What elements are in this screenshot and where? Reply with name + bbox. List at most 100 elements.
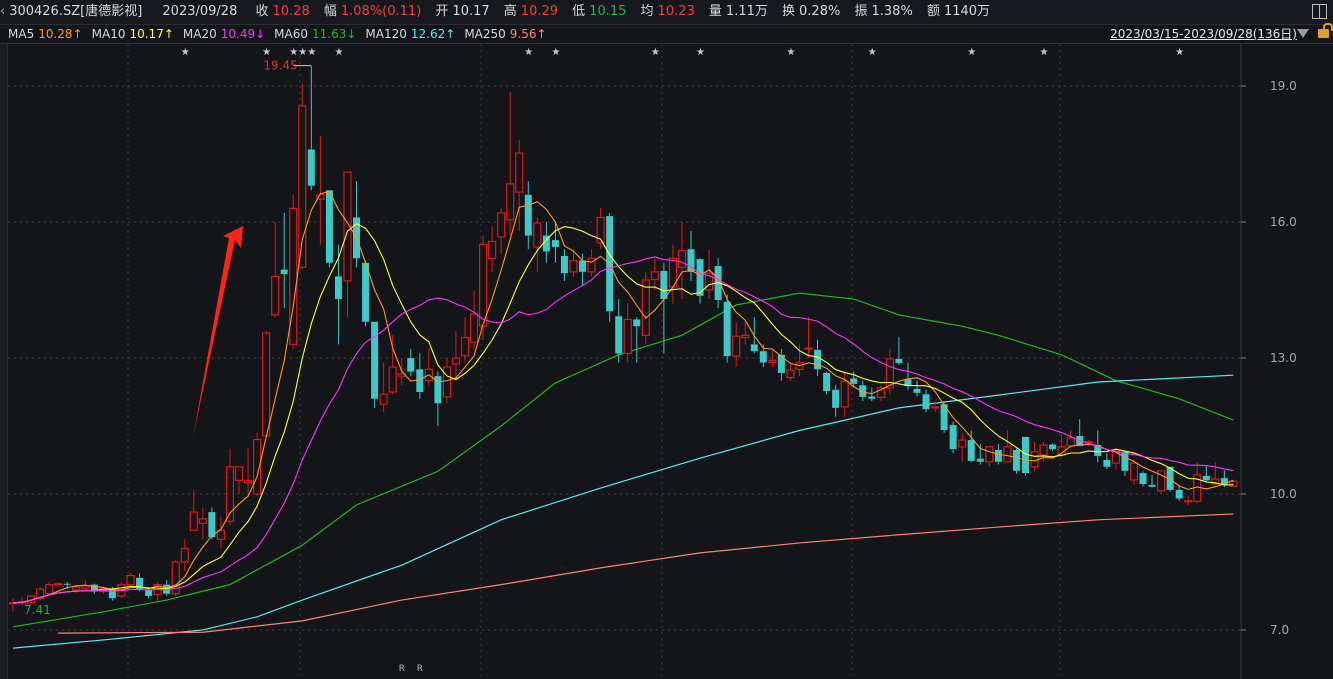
candle-down [723, 301, 731, 357]
candle-down [976, 458, 984, 462]
ma-line-ma20 [12, 256, 1234, 604]
candle-up [81, 585, 90, 589]
event-star-icon: ★ [181, 47, 190, 58]
candle-down [814, 349, 822, 370]
candle-up [1003, 446, 1012, 463]
candle-up [741, 334, 750, 339]
candle-up [569, 259, 578, 273]
candle-down [1121, 451, 1129, 471]
candle-up [126, 574, 135, 586]
candle-down [922, 394, 930, 410]
candle-down [1103, 459, 1111, 467]
candle-down [1012, 449, 1020, 471]
y-tick-label: 7.0 [1270, 623, 1289, 637]
candle-down [750, 344, 758, 352]
candle-up [262, 332, 271, 437]
candle-up [54, 583, 63, 586]
candle-up [1066, 437, 1075, 447]
candle-down [949, 425, 957, 450]
y-tick-label: 10.0 [1270, 487, 1297, 501]
candle-up [198, 518, 207, 525]
event-star-icon: ★ [1040, 47, 1049, 58]
candle-up [442, 366, 452, 398]
candle-up [768, 359, 777, 364]
candle-up [478, 244, 488, 327]
candle-down [524, 194, 532, 236]
max-price-label: 19.45 [263, 59, 297, 73]
candle-up [388, 366, 397, 393]
candle-up [1129, 462, 1139, 481]
candle-down [777, 354, 785, 373]
candle-down [1049, 444, 1057, 450]
event-star-icon: ★ [551, 47, 560, 58]
candle-up [958, 439, 967, 448]
candle-up [804, 347, 813, 350]
candle-down [850, 378, 858, 384]
candle-down [759, 351, 767, 363]
y-tick-label: 16.0 [1270, 215, 1297, 229]
y-tick-label: 19.0 [1270, 79, 1297, 93]
ma-line-ma60 [12, 292, 1234, 628]
r-marker: R [417, 664, 423, 674]
candle-down [407, 357, 415, 372]
candle-up [180, 547, 189, 563]
candle-down [1202, 475, 1210, 481]
candle-up [1039, 444, 1048, 456]
candle-up [786, 369, 795, 379]
candle-down [994, 449, 1002, 462]
candle-down [579, 260, 587, 272]
candle-up [460, 336, 470, 357]
ma-line-ma10 [12, 223, 1234, 604]
red-arrow-annotation [193, 226, 243, 437]
candle-down [832, 389, 840, 408]
candle-down [967, 440, 975, 461]
candle-down [1175, 489, 1183, 499]
candlestick-chart: 19.016.013.010.07.019.457.41★ ★ ★ ★ ★ ★ ★ ★ ★ ★ ★ ★… [8, 44, 1297, 679]
candle-up [1229, 480, 1238, 487]
event-star-icon: ★ [1175, 47, 1184, 58]
event-star-icon: ★ [967, 47, 976, 58]
candle-down [823, 372, 831, 392]
candle-up [469, 313, 479, 343]
candle-down [895, 358, 903, 363]
candle-up [930, 406, 940, 409]
event-star-icon: ★ [696, 47, 705, 58]
candle-down [868, 396, 876, 399]
candle-up [234, 466, 244, 481]
event-star-icon: ★ [307, 47, 316, 58]
candle-up [451, 357, 461, 365]
event-star-icon: ★ [298, 47, 307, 58]
candle-down [560, 255, 568, 274]
candle-up [1184, 500, 1193, 503]
candle-down [551, 240, 559, 247]
candle-down [280, 269, 288, 275]
event-star-icon: ★ [289, 47, 298, 58]
candle-up [641, 279, 650, 336]
candle-up [45, 584, 54, 595]
candle-up [623, 318, 632, 355]
candle-up [379, 393, 388, 405]
candle-up [840, 380, 849, 408]
r-marker: R [399, 664, 405, 674]
min-price-label: 7.41 [24, 603, 51, 617]
candle-up [650, 271, 659, 281]
candle-down [371, 321, 379, 399]
candle-down [1139, 473, 1147, 484]
ma-line-ma250 [58, 513, 1234, 634]
event-star-icon: ★ [262, 47, 271, 58]
candle-up [497, 212, 506, 238]
candle-up [533, 222, 542, 248]
candle-down [615, 316, 623, 354]
event-star-icon: ★ [868, 47, 877, 58]
candle-up [72, 586, 81, 591]
event-star-icon: ★ [334, 47, 343, 58]
candle-up [985, 446, 994, 463]
candle-up [506, 183, 515, 221]
event-star-icon: ★ [651, 47, 660, 58]
candle-down [307, 149, 315, 186]
candle-up [488, 240, 497, 259]
candle-down [325, 190, 333, 263]
ma-line-ma5 [12, 190, 1234, 604]
y-tick-label: 13.0 [1270, 351, 1297, 365]
candle-up [677, 249, 687, 268]
